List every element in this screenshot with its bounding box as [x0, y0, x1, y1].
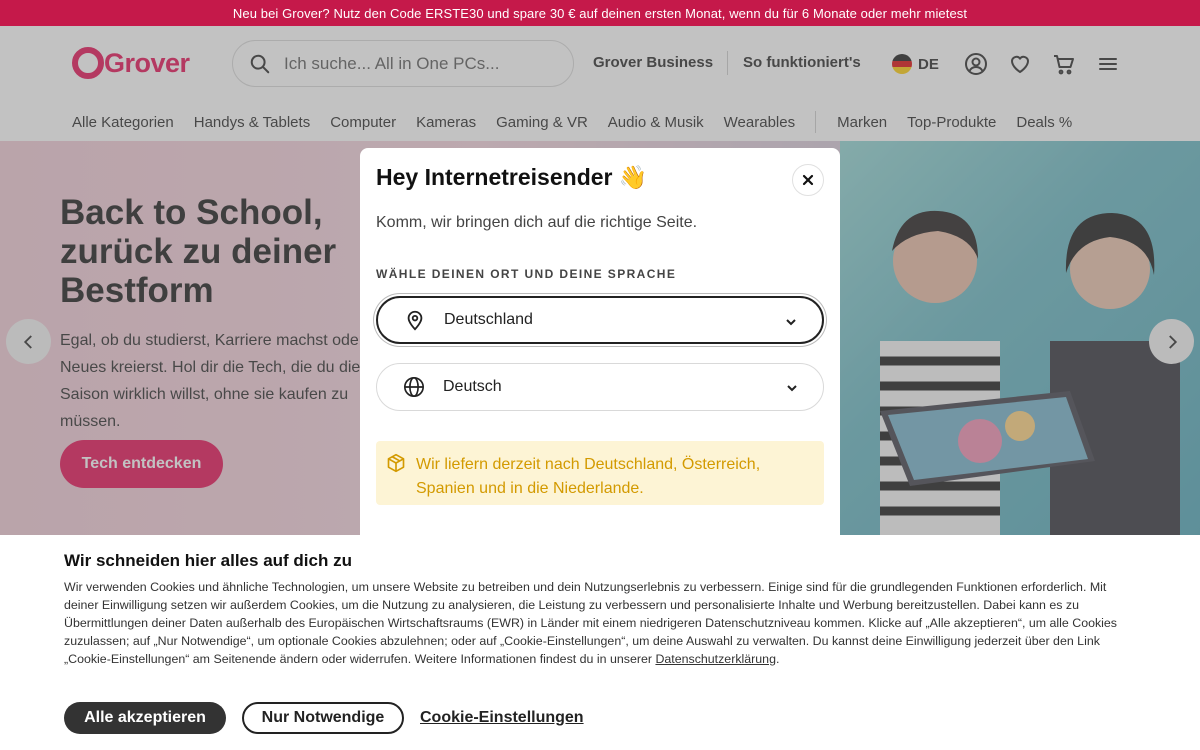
modal-close-button[interactable] [792, 164, 824, 196]
language-value: Deutsch [443, 378, 502, 395]
location-pin-icon [407, 310, 423, 331]
delivery-notice: Wir liefern derzeit nach Deutschland, Ös… [376, 441, 824, 505]
globe-icon [404, 377, 424, 397]
cookie-banner: Wir schneiden hier alles auf dich zu Wir… [0, 535, 1200, 750]
promo-bar[interactable]: Neu bei Grover? Nutz den Code ERSTE30 un… [0, 0, 1200, 26]
accept-all-button[interactable]: Alle akzeptieren [64, 702, 226, 734]
country-value: Deutschland [444, 311, 533, 328]
language-select[interactable]: Deutsch [376, 363, 824, 411]
privacy-policy-link[interactable]: Datenschutzerklärung [655, 652, 776, 666]
chevron-down-icon [787, 385, 797, 392]
location-modal: Hey Internetreisender 👋 Komm, wir bringe… [360, 148, 840, 568]
cookie-settings-button[interactable]: Cookie-Einstellungen [420, 702, 584, 734]
modal-subtitle: Komm, wir bringen dich auf die richtige … [376, 214, 698, 231]
package-icon [387, 453, 405, 473]
modal-title: Hey Internetreisender 👋 [376, 164, 648, 190]
location-language-label: WÄHLE DEINEN ORT UND DEINE SPRACHE [376, 267, 677, 281]
cookie-body: Wir verwenden Cookies und ähnliche Techn… [64, 578, 1136, 668]
close-icon [802, 174, 814, 186]
cookie-title: Wir schneiden hier alles auf dich zu [64, 551, 352, 570]
cookie-text-end: . [775, 652, 780, 666]
delivery-notice-text: Wir liefern derzeit nach Deutschland, Ös… [416, 456, 761, 497]
cookie-text: Wir verwenden Cookies und ähnliche Techn… [64, 580, 1118, 666]
chevron-down-icon [786, 319, 796, 326]
necessary-only-button[interactable]: Nur Notwendige [242, 702, 404, 734]
country-select[interactable]: Deutschland [376, 296, 824, 344]
